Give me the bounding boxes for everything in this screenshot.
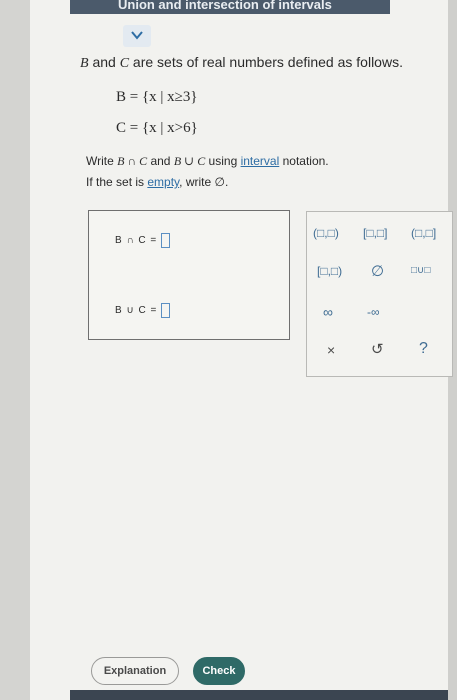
chevron-down-icon [131, 31, 143, 40]
intersection-label: B ∩ C = [115, 235, 158, 247]
instr-using: using [205, 154, 241, 168]
problem-prompt: B and C are sets of real numbers defined… [80, 54, 403, 72]
key-infinity[interactable]: ∞ [323, 304, 333, 320]
instr-and: and [147, 154, 174, 168]
key-closed-closed-interval[interactable]: [□,□] [363, 226, 388, 240]
intersection-input[interactable] [161, 233, 171, 248]
page-title: Union and intersection of intervals [118, 0, 332, 12]
key-neg-infinity[interactable]: -∞ [367, 305, 380, 319]
instruction-line: Write B ∩ C and B ∪ C using interval not… [86, 154, 329, 169]
intersection-row: B ∩ C = [115, 233, 171, 248]
check-button[interactable]: Check [193, 657, 245, 685]
key-closed-open-interval[interactable]: [□,□) [317, 264, 342, 278]
union-row: B ∪ C = [115, 303, 171, 318]
union-input[interactable] [161, 303, 171, 318]
instr-union-expr: B ∪ C [173, 154, 206, 168]
collapse-chevron-button[interactable] [123, 25, 151, 47]
set-b-definition: B = {x | x≥3} [116, 89, 198, 105]
prompt-and: and [88, 54, 120, 70]
set-c-definition: C = {x | x>6} [116, 120, 198, 136]
prompt-text: are sets of real numbers defined as foll… [129, 54, 403, 70]
union-label: B ∪ C = [115, 305, 158, 317]
help-icon[interactable]: ? [419, 340, 428, 358]
footer-bar [70, 690, 448, 700]
key-empty-set[interactable]: ∅ [371, 262, 384, 280]
empty-pre: If the set is [86, 175, 148, 189]
instr-write: Write [86, 154, 118, 168]
key-open-closed-interval[interactable]: (□,□] [411, 226, 436, 240]
instr-intersect-expr: B ∩ C [117, 154, 148, 168]
var-b: B [80, 56, 89, 71]
var-c: C [119, 56, 130, 71]
empty-instruction: If the set is empty, write ∅. [86, 175, 228, 189]
answer-area: B ∩ C = B ∪ C = [88, 210, 290, 340]
instr-end: notation. [279, 154, 329, 168]
key-union[interactable]: □∪□ [411, 265, 430, 276]
undo-icon[interactable]: ↺ [371, 340, 384, 358]
clear-icon[interactable]: × [327, 342, 335, 358]
empty-post: , write ∅. [179, 175, 229, 189]
empty-link[interactable]: empty [147, 175, 179, 189]
left-rail [0, 0, 30, 700]
interval-link[interactable]: interval [241, 154, 280, 168]
math-keypad: (□,□) [□,□] (□,□] [□,□) ∅ □∪□ ∞ -∞ × ↺ ? [306, 211, 453, 377]
explanation-button[interactable]: Explanation [91, 657, 179, 685]
key-open-open-interval[interactable]: (□,□) [313, 226, 339, 240]
